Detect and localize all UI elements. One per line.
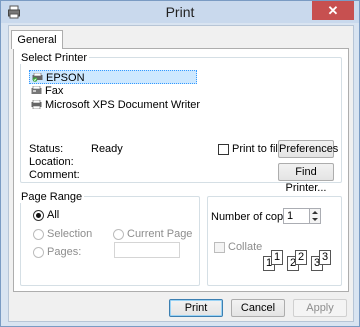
printer-list[interactable]: EPSON Fax Microsoft XPS Document Writer — [29, 70, 220, 124]
print-button[interactable]: Print — [169, 299, 223, 317]
printer-item-xps[interactable]: Microsoft XPS Document Writer — [29, 98, 220, 112]
printer-name: EPSON — [46, 72, 85, 84]
tab-general[interactable]: General — [11, 30, 63, 49]
page-range-label: Page Range — [19, 191, 85, 203]
printer-icon — [31, 100, 42, 109]
collate-checkbox[interactable] — [214, 242, 225, 253]
current-page-label: Current Page — [127, 228, 193, 240]
collate-page-icon: 3 — [319, 250, 331, 265]
location-label: Location: — [29, 156, 74, 168]
collate-page-icon: 1 — [271, 250, 283, 265]
general-panel: Select Printer EPSON Fax Microsoft XPS D… — [13, 48, 349, 292]
comment-label: Comment: — [29, 169, 80, 181]
selection-radio[interactable] — [33, 229, 44, 240]
selection-label: Selection — [47, 228, 93, 240]
apply-button[interactable]: Apply — [293, 299, 347, 317]
find-printer-button[interactable]: Find Printer... — [278, 163, 334, 194]
radio-selected-dot — [36, 213, 41, 218]
collate-page-icon: 2 — [295, 250, 307, 265]
fax-icon — [31, 86, 42, 94]
printer-default-icon — [32, 73, 43, 82]
print-to-file-text: Print to file — [232, 143, 284, 155]
collate-illustration: 1 1 2 2 3 3 — [262, 244, 338, 280]
print-to-file-label: Print to file — [232, 143, 284, 155]
current-page-radio[interactable] — [113, 229, 124, 240]
pages-input[interactable] — [114, 242, 180, 258]
dialog-body: General Select Printer EPSON Fax Microso… — [8, 25, 354, 322]
cancel-button[interactable]: Cancel — [231, 299, 285, 317]
printer-name: Fax — [45, 85, 64, 97]
printer-item-fax[interactable]: Fax — [29, 84, 220, 98]
window-title: Print — [165, 4, 195, 20]
print-dialog: Print ✕ General Select Printer EPSON Fax… — [0, 0, 360, 327]
select-printer-label: Select Printer — [19, 52, 90, 64]
pages-radio[interactable] — [33, 247, 44, 258]
status-label: Status: — [29, 143, 64, 155]
printer-name: Microsoft XPS Document Writer — [45, 99, 201, 111]
all-radio[interactable] — [33, 210, 44, 221]
title-bar[interactable]: Print ✕ — [1, 1, 359, 23]
collate-label: Collate — [228, 241, 263, 253]
copies-spinner[interactable] — [309, 209, 320, 223]
print-to-file-checkbox[interactable] — [218, 144, 229, 155]
preferences-button[interactable]: Preferences — [278, 140, 338, 158]
spin-up-icon[interactable] — [312, 211, 318, 214]
status-value: Ready — [91, 143, 123, 155]
copies-value: 1 — [287, 210, 294, 222]
pages-label: Pages: — [47, 246, 82, 258]
all-label: All — [47, 209, 60, 221]
copies-input[interactable]: 1 — [283, 208, 321, 224]
printer-item-epson[interactable]: EPSON — [29, 70, 197, 84]
close-button[interactable]: ✕ — [312, 1, 354, 20]
spin-down-icon[interactable] — [312, 218, 318, 221]
